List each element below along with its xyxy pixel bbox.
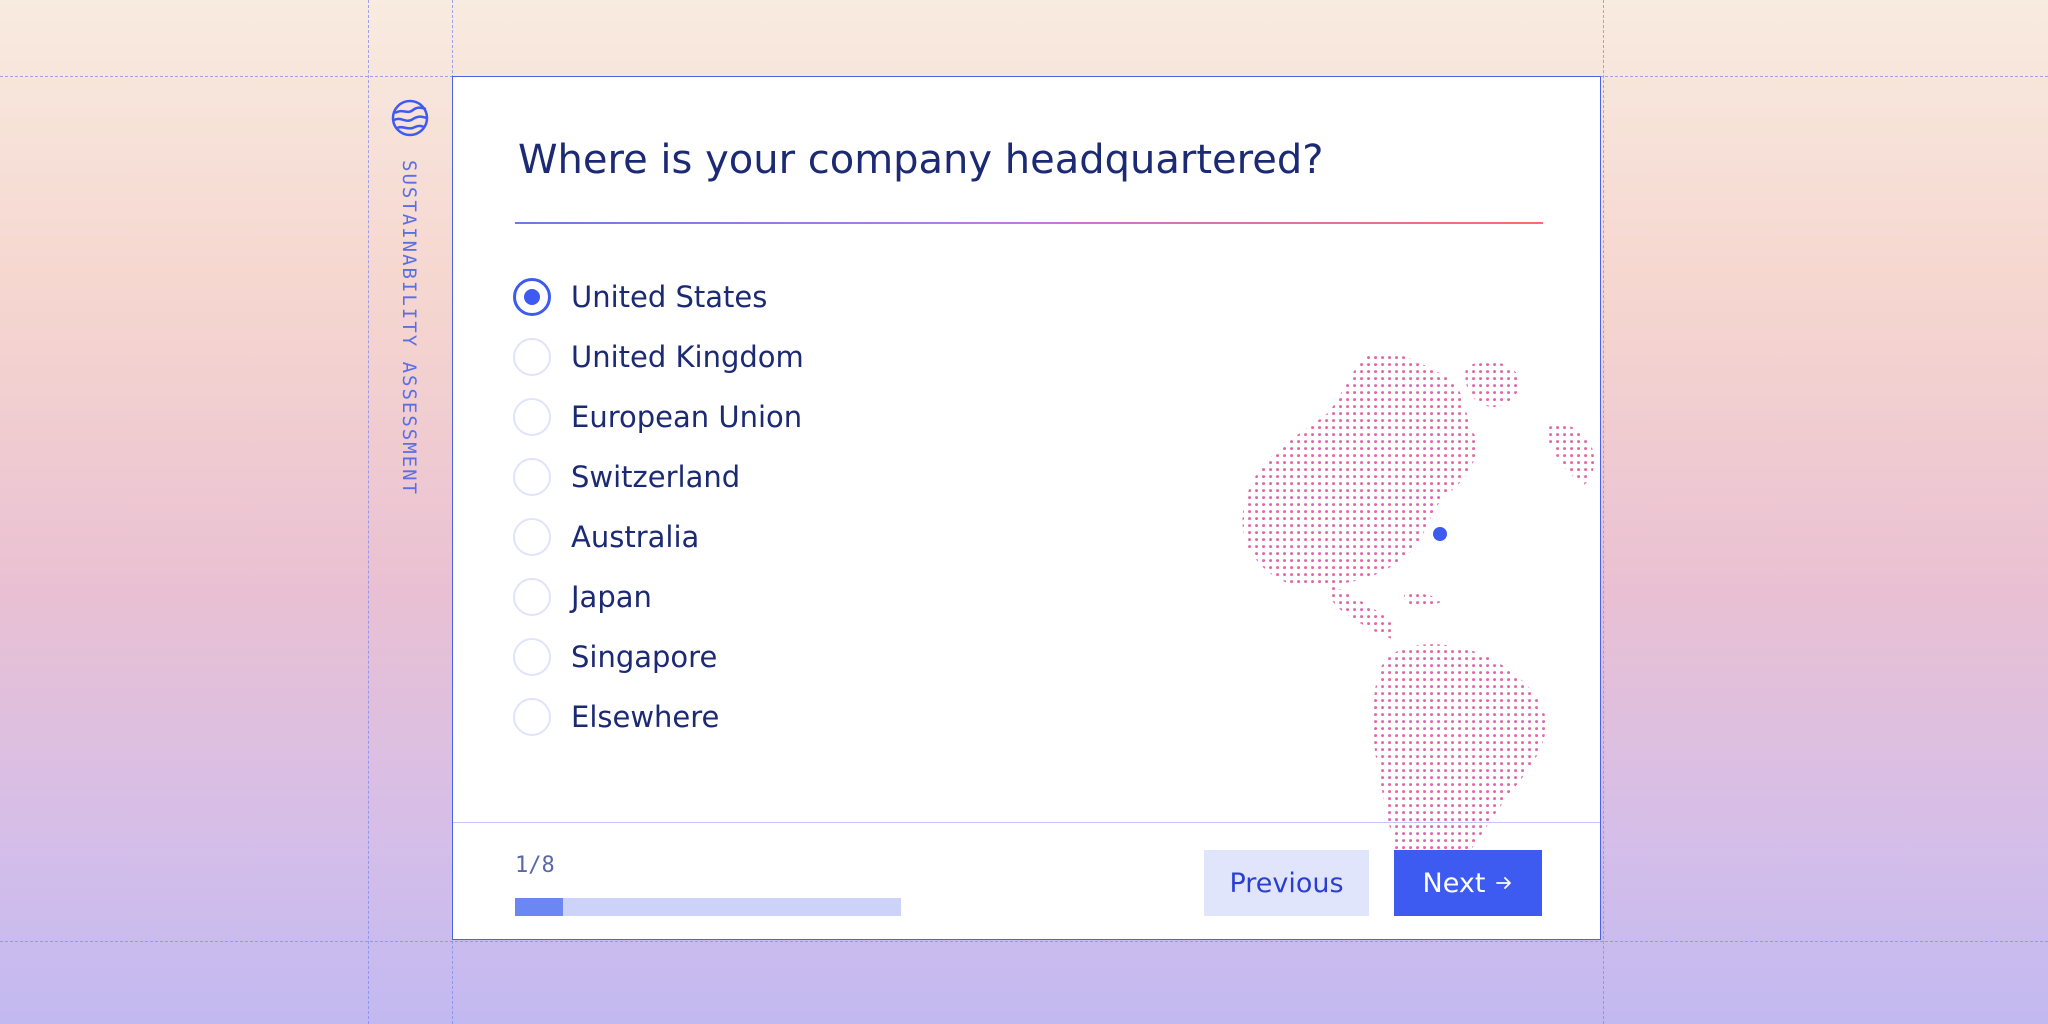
next-button[interactable]: Next (1394, 850, 1542, 916)
next-button-label: Next (1422, 867, 1486, 899)
option-label: United Kingdom (571, 340, 804, 374)
options-list: United States United Kingdom European Un… (513, 267, 804, 747)
globe-icon (391, 99, 429, 137)
arrow-right-icon (1496, 877, 1512, 889)
question-card: Where is your company headquartered? Uni… (452, 76, 1601, 940)
progress-bar (515, 898, 901, 916)
previous-button[interactable]: Previous (1204, 850, 1369, 916)
option-singapore[interactable]: Singapore (513, 627, 804, 687)
progress-bar-fill (515, 898, 564, 916)
radio-button[interactable] (513, 578, 551, 616)
option-united-kingdom[interactable]: United Kingdom (513, 327, 804, 387)
dotted-globe-illustration (1242, 352, 1595, 895)
radio-button[interactable] (513, 698, 551, 736)
option-label: Japan (571, 580, 652, 614)
option-label: Singapore (571, 640, 718, 674)
option-australia[interactable]: Australia (513, 507, 804, 567)
guide-line-left-outer (368, 0, 369, 1024)
option-label: European Union (571, 400, 803, 434)
step-counter: 1/8 (515, 853, 555, 878)
radio-button[interactable] (513, 458, 551, 496)
guide-line-right (1603, 0, 1604, 1024)
sidebar-label: SUSTAINABILITY ASSESSMENT (398, 160, 420, 496)
radio-button[interactable] (513, 638, 551, 676)
radio-button[interactable] (513, 338, 551, 376)
question-title: Where is your company headquartered? (518, 137, 1324, 183)
option-switzerland[interactable]: Switzerland (513, 447, 804, 507)
radio-button[interactable] (513, 278, 551, 316)
guide-line-bottom (0, 941, 2048, 942)
option-label: Switzerland (571, 460, 741, 494)
option-elsewhere[interactable]: Elsewhere (513, 687, 804, 747)
location-marker-icon (1433, 527, 1447, 541)
option-label: Australia (571, 520, 700, 554)
option-label: Elsewhere (571, 700, 720, 734)
option-united-states[interactable]: United States (513, 267, 804, 327)
previous-button-label: Previous (1229, 867, 1344, 899)
radio-button[interactable] (513, 398, 551, 436)
option-japan[interactable]: Japan (513, 567, 804, 627)
card-footer: 1/8 Previous Next (453, 822, 1600, 939)
title-divider (515, 222, 1543, 224)
option-european-union[interactable]: European Union (513, 387, 804, 447)
radio-button[interactable] (513, 518, 551, 556)
option-label: United States (571, 280, 768, 314)
